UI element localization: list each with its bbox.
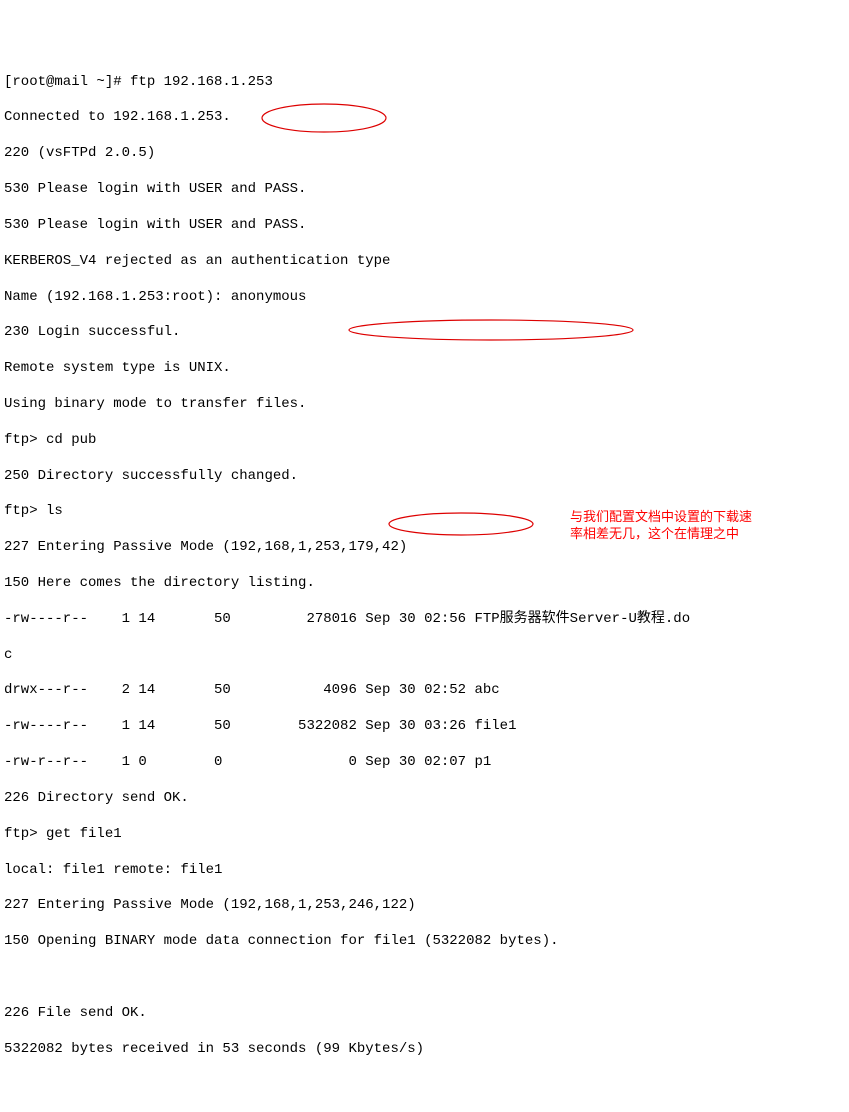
term-line: local: file1 remote: file1 <box>4 862 845 880</box>
annotation-note: 与我们配置文档中设置的下载速 率相差无几，这个在情理之中 <box>570 509 790 543</box>
term-line: 530 Please login with USER and PASS. <box>4 181 845 199</box>
term-line: 150 Here comes the directory listing. <box>4 575 845 593</box>
term-line: KERBEROS_V4 rejected as an authenticatio… <box>4 253 845 271</box>
term-line: ftp> cd pub <box>4 432 845 450</box>
term-line: Remote system type is UNIX. <box>4 360 845 378</box>
term-line: 227 Entering Passive Mode (192,168,1,253… <box>4 897 845 915</box>
term-line: 5322082 bytes received in 53 seconds (99… <box>4 1041 845 1059</box>
term-line: 230 Login successful. <box>4 324 845 342</box>
annotation-note-line: 率相差无几，这个在情理之中 <box>570 526 790 543</box>
term-line: Name (192.168.1.253:root): anonymous <box>4 289 845 307</box>
term-line: 150 Opening BINARY mode data connection … <box>4 933 845 951</box>
term-line: [root@mail ~]# ftp 192.168.1.253 <box>4 74 845 92</box>
term-line: drwx---r-- 2 14 50 4096 Sep 30 02:52 abc <box>4 682 845 700</box>
term-line: -rw-r--r-- 1 0 0 0 Sep 30 02:07 p1 <box>4 754 845 772</box>
term-line: 226 Directory send OK. <box>4 790 845 808</box>
term-line: Connected to 192.168.1.253. <box>4 109 845 127</box>
term-line: 226 File send OK. <box>4 1005 845 1023</box>
term-line: -rw----r-- 1 14 50 5322082 Sep 30 03:26 … <box>4 718 845 736</box>
term-line: Using binary mode to transfer files. <box>4 396 845 414</box>
annotation-note-line: 与我们配置文档中设置的下载速 <box>570 509 790 526</box>
term-line: 530 Please login with USER and PASS. <box>4 217 845 235</box>
term-line: 220 (vsFTPd 2.0.5) <box>4 145 845 163</box>
term-line: -rw----r-- 1 14 50 278016 Sep 30 02:56 F… <box>4 611 845 629</box>
term-line: 250 Directory successfully changed. <box>4 468 845 486</box>
term-line: c <box>4 647 845 665</box>
term-line: ftp> get file1 <box>4 826 845 844</box>
